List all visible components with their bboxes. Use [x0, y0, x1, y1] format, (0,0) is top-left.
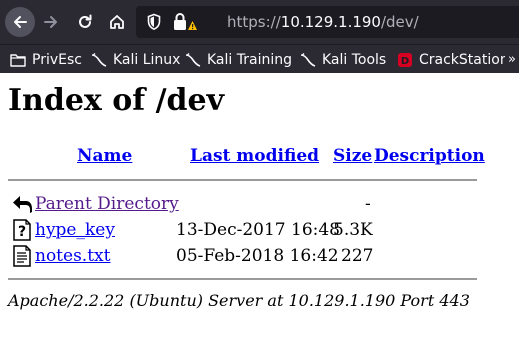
page-title: Index of /dev: [8, 83, 225, 118]
kali-dragon-icon: [300, 52, 316, 67]
bookmark-kali-tools[interactable]: Kali Tools: [300, 45, 386, 74]
bookmark-kali-training[interactable]: Kali Training: [185, 45, 292, 74]
bookmark-label: Kali Training: [207, 51, 292, 68]
browser-toolbar: https://10.129.1.190/dev/: [0, 0, 519, 44]
header-divider: [8, 179, 477, 181]
row-size: 227: [341, 246, 374, 266]
bookmark-kali-linux[interactable]: Kali Linux: [91, 45, 180, 74]
forward-button[interactable]: [36, 7, 66, 37]
bookmark-label: PrivEsc: [32, 51, 82, 68]
url-path: /dev/: [380, 13, 419, 31]
column-header-name[interactable]: Name: [77, 146, 132, 166]
back-arrow-icon: [14, 16, 27, 28]
bookmarks-bar: PrivEsc Kali Linux Kali Training Kali To…: [0, 44, 519, 74]
folder-icon: [10, 53, 26, 67]
bookmark-label: CrackStation -: [419, 51, 519, 68]
page-content: Index of /dev Name Last modified Size De…: [0, 73, 519, 344]
footer-divider: [8, 278, 477, 280]
url-protocol: https://: [227, 13, 281, 31]
shield-icon[interactable]: [146, 6, 162, 38]
forward-arrow-icon: [44, 16, 57, 28]
column-header-last-modified[interactable]: Last modified: [190, 146, 319, 166]
reload-button[interactable]: [70, 7, 100, 37]
bookmark-privesc[interactable]: PrivEsc: [10, 45, 82, 74]
bookmark-label: Kali Linux: [113, 51, 181, 68]
bookmark-crackstation[interactable]: D CrackStation -: [397, 45, 518, 74]
svg-text:?: ?: [18, 224, 26, 240]
svg-text:D: D: [401, 56, 409, 67]
server-signature: Apache/2.2.22 (Ubuntu) Server at 10.129.…: [8, 291, 470, 310]
back-button[interactable]: [5, 7, 35, 37]
row-size: 5.3K: [333, 220, 373, 240]
bookmark-label: Kali Tools: [322, 51, 387, 68]
crackstation-icon: D: [398, 52, 412, 67]
text-file-icon: [13, 245, 31, 267]
home-button[interactable]: [102, 7, 132, 37]
column-header-size[interactable]: Size: [333, 146, 372, 166]
back-folder-icon: [13, 196, 32, 213]
row-size: -: [365, 194, 371, 214]
url-text[interactable]: https://10.129.1.190/dev/: [227, 13, 419, 31]
warning-lock-icon[interactable]: [172, 6, 198, 38]
column-header-description[interactable]: Description: [374, 146, 485, 166]
kali-dragon-icon: [185, 52, 201, 67]
url-host: 10.129.1.190: [280, 13, 381, 31]
row-last-modified: 05-Feb-2018 16:42: [176, 246, 339, 266]
unknown-file-icon: ?: [13, 219, 31, 241]
address-bar[interactable]: https://10.129.1.190/dev/: [136, 6, 519, 38]
kali-dragon-icon: [91, 52, 107, 67]
bookmarks-overflow-button[interactable]: »: [505, 45, 519, 74]
home-icon: [110, 15, 124, 29]
chevron-double-right-icon: »: [508, 52, 516, 67]
row-link-notes-txt[interactable]: notes.txt: [35, 246, 110, 266]
reload-icon: [79, 14, 92, 28]
row-last-modified: 13-Dec-2017 16:48: [176, 220, 340, 240]
row-link-parent-directory[interactable]: Parent Directory: [35, 194, 179, 214]
row-link-hype-key[interactable]: hype_key: [35, 220, 115, 240]
